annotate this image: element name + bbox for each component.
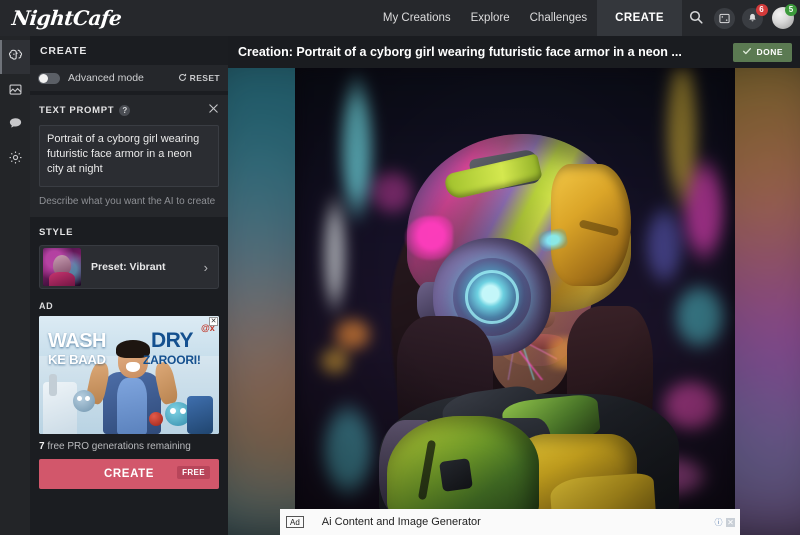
top-navigation-bar: NightCafe My Creations Explore Challenge… <box>0 0 800 36</box>
ad-text[interactable]: Ai Content and Image Generator <box>322 516 481 528</box>
style-title: STYLE <box>39 227 74 238</box>
search-icon <box>689 10 703 27</box>
check-icon <box>742 45 752 59</box>
text-prompt-input[interactable]: Portrait of a cyborg girl wearing futuri… <box>39 125 219 187</box>
done-button[interactable]: DONE <box>733 42 792 62</box>
image-stack-icon <box>8 82 23 100</box>
notifications-button[interactable]: 6 <box>738 0 768 36</box>
refresh-icon <box>178 71 187 85</box>
generations-remaining-row: 7 free PRO generations remaining <box>30 434 228 452</box>
style-thumbnail <box>43 248 81 286</box>
style-preset-card[interactable]: Preset: Vibrant › <box>39 245 219 289</box>
sidebar-section-title: CREATE <box>40 45 88 57</box>
ad-banner[interactable]: WASH KE BAAD DRY ZAROORI! @x ✕ <box>39 316 219 434</box>
advanced-mode-label: Advanced mode <box>68 72 144 84</box>
bottom-ad-bar[interactable]: Ad Ai Content and Image Generator ⓘ ✕ <box>280 509 740 535</box>
reset-label: RESET <box>189 73 220 83</box>
style-preset-label: Preset: Vibrant <box>91 261 166 273</box>
header-create-button[interactable]: CREATE <box>597 0 682 36</box>
style-section: STYLE Preset: Vibrant › <box>30 227 228 289</box>
sidebar-create-button[interactable]: CREATE FREE <box>39 459 219 489</box>
ad-label: AD <box>39 301 54 311</box>
ad-controls: ⓘ ✕ <box>714 517 735 527</box>
creation-header: Creation: Portrait of a cyborg girl wear… <box>228 36 800 68</box>
rail-item-settings[interactable] <box>0 142 30 176</box>
ad-headline-wash: WASH <box>48 330 107 352</box>
chat-bubble-icon <box>8 116 23 134</box>
page-title: Creation: Portrait of a cyborg girl wear… <box>238 45 682 59</box>
generated-artwork[interactable] <box>295 68 735 512</box>
nav-links: My Creations Explore Challenges CREATE 6… <box>373 0 800 36</box>
free-badge: FREE <box>177 466 210 479</box>
gallery-button[interactable] <box>710 0 738 36</box>
reset-button[interactable]: RESET <box>178 71 220 85</box>
gear-icon <box>8 150 23 168</box>
close-icon[interactable] <box>208 103 219 117</box>
user-avatar-button[interactable]: 5 <box>766 0 800 36</box>
nightcafe-logo[interactable]: NightCafe <box>11 6 123 30</box>
text-prompt-value: Portrait of a cyborg girl wearing futuri… <box>47 133 200 175</box>
main-content-area: Creation: Portrait of a cyborg girl wear… <box>228 36 800 535</box>
nav-link-my-creations[interactable]: My Creations <box>373 0 461 36</box>
info-icon[interactable]: ⓘ <box>714 518 723 527</box>
ad-headline-zaroori: ZAROORI! <box>143 353 201 367</box>
nav-link-explore[interactable]: Explore <box>461 0 520 36</box>
avatar-badge: 5 <box>785 4 797 16</box>
text-prompt-section: TEXT PROMPT ? Portrait of a cyborg girl … <box>30 95 228 217</box>
done-label: DONE <box>756 47 783 57</box>
rail-item-gallery[interactable] <box>0 74 30 108</box>
brain-icon <box>8 48 23 66</box>
ad-headline-dry: DRY <box>151 329 194 352</box>
sidebar-create-label: CREATE <box>103 468 155 480</box>
text-prompt-title: TEXT PROMPT <box>39 104 115 116</box>
advanced-mode-toggle[interactable] <box>38 72 60 84</box>
nav-link-challenges[interactable]: Challenges <box>520 0 598 36</box>
chevron-right-icon: › <box>203 259 208 275</box>
artwork-vignette <box>295 68 735 512</box>
rail-item-chat[interactable] <box>0 108 30 142</box>
bell-icon: 6 <box>741 3 768 29</box>
generations-text: free PRO generations remaining <box>44 441 191 452</box>
create-sidebar: CREATE Advanced mode RESET TEXT PROMPT ?… <box>30 36 228 535</box>
left-icon-rail <box>0 36 30 535</box>
ad-close-icon[interactable]: ✕ <box>209 317 218 326</box>
advanced-mode-row: Advanced mode RESET <box>30 65 228 91</box>
sidebar-ad-section: AD WASH KE BAAD DRY ZAROORI! @x ✕ <box>30 301 228 434</box>
ad-headline-kebaad: KE BAAD <box>48 352 106 367</box>
ad-tag: Ad <box>286 516 304 528</box>
text-prompt-header: TEXT PROMPT ? <box>39 103 219 117</box>
image-icon <box>713 7 735 29</box>
close-icon[interactable]: ✕ <box>726 517 735 527</box>
help-icon[interactable]: ? <box>119 104 131 116</box>
text-prompt-helper: Describe what you want the AI to create <box>39 196 216 207</box>
search-button[interactable] <box>682 0 710 36</box>
rail-item-create[interactable] <box>0 40 30 74</box>
